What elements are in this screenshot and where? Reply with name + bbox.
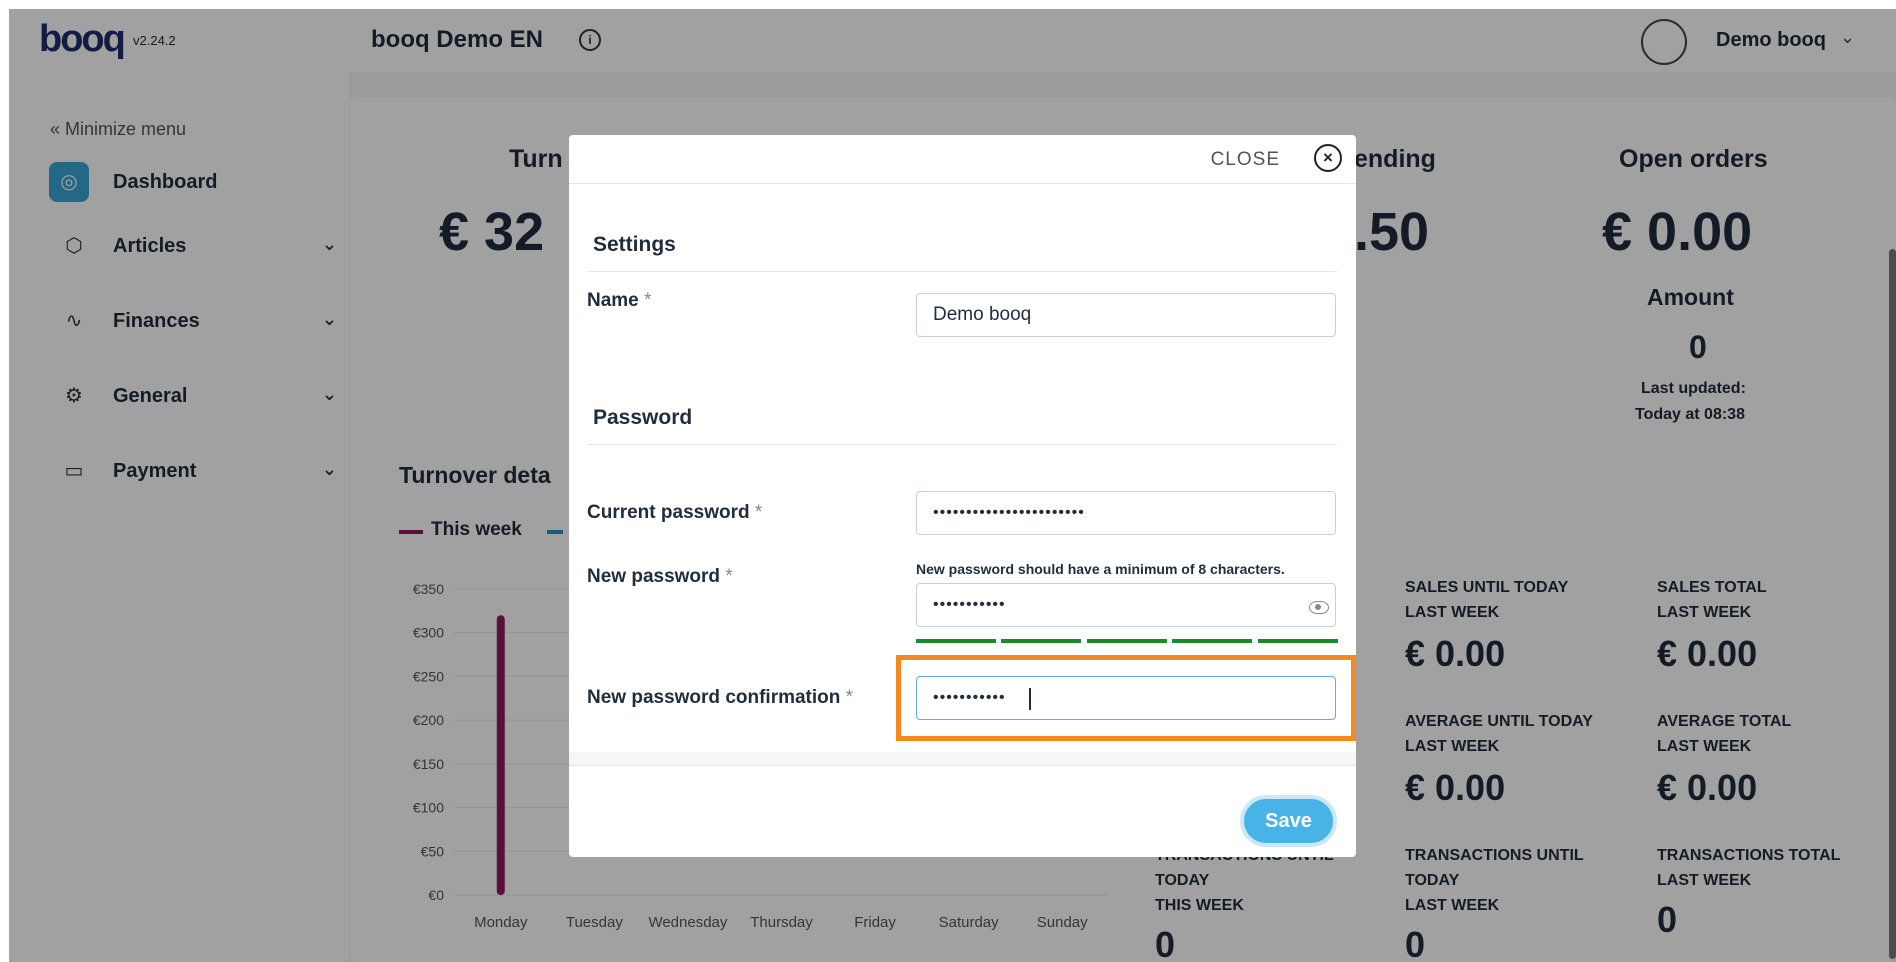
scrollbar-thumb[interactable]: [1889, 249, 1896, 959]
password-section-title: Password: [593, 406, 693, 429]
modal-separator: [569, 752, 1356, 765]
focus-highlight: [896, 655, 1356, 741]
app-window: booq v2.24.2 booq Demo EN i Demo booq ⌄ …: [9, 9, 1896, 962]
divider: [587, 444, 1337, 445]
strength-bar-segment: [1087, 639, 1167, 643]
save-button[interactable]: Save: [1240, 795, 1337, 847]
settings-section-title: Settings: [593, 233, 676, 256]
modal-footer: [569, 765, 1356, 857]
strength-bar-segment: [1258, 639, 1338, 643]
current-password-label: Current password *: [587, 502, 763, 523]
name-field[interactable]: [916, 293, 1336, 337]
strength-bar-segment: [1001, 639, 1081, 643]
current-password-field[interactable]: •••••••••••••••••••••••: [916, 491, 1336, 535]
new-password-hint: New password should have a minimum of 8 …: [916, 561, 1285, 577]
close-icon[interactable]: ×: [1314, 144, 1342, 172]
new-password-field[interactable]: •••••••••••: [916, 583, 1336, 627]
divider: [587, 271, 1337, 272]
strength-bar-segment: [916, 639, 996, 643]
close-label[interactable]: CLOSE: [1211, 149, 1280, 171]
confirm-password-label: New password confirmation *: [587, 687, 854, 708]
eye-icon[interactable]: [1309, 601, 1329, 614]
strength-bar-segment: [1172, 639, 1252, 643]
modal-header: CLOSE ×: [569, 135, 1356, 184]
name-label: Name *: [587, 290, 652, 311]
settings-modal: CLOSE × Settings Name * Password Current…: [569, 135, 1356, 857]
new-password-label: New password *: [587, 566, 733, 587]
